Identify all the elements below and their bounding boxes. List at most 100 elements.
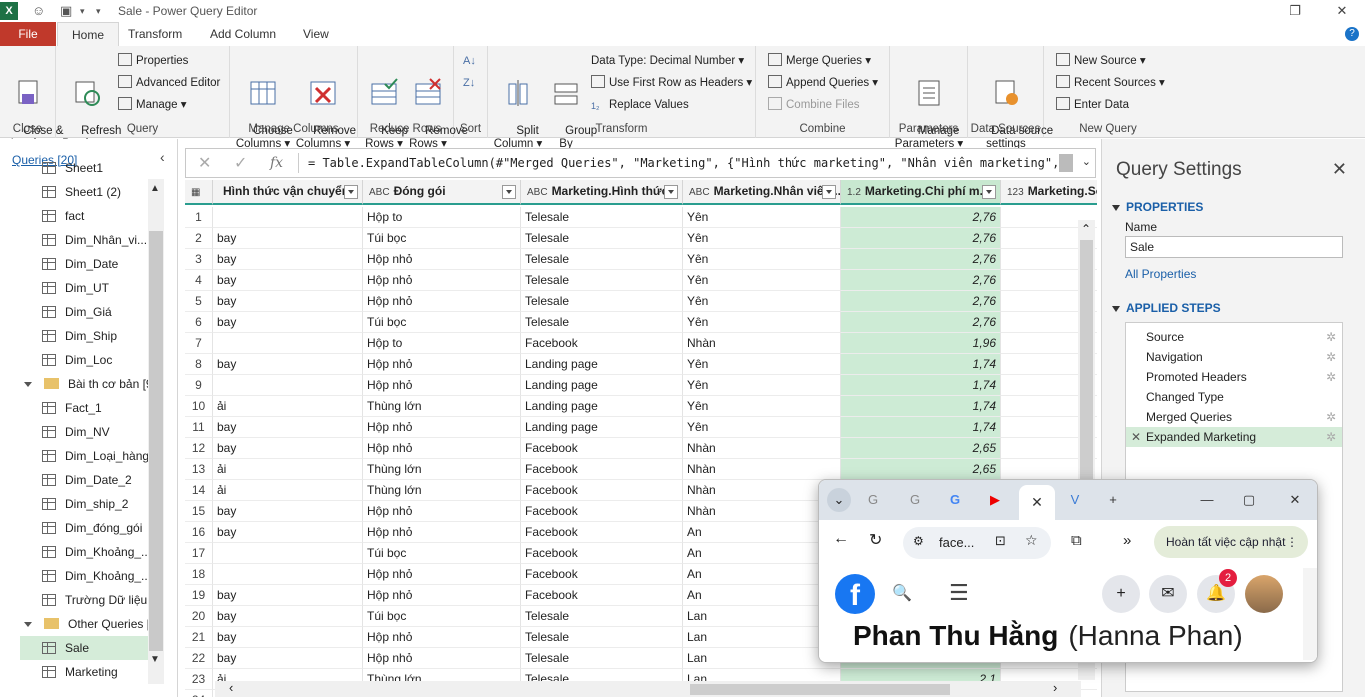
table-cell[interactable]: Telesale [521,207,683,228]
column-type-icon[interactable]: ABC [689,181,710,203]
column-filter-dropdown-icon[interactable] [344,185,358,199]
table-cell[interactable]: bay [213,648,363,669]
row-number[interactable]: 4 [185,270,213,291]
table-cell[interactable] [213,564,363,585]
table-cell[interactable]: Yên [683,228,841,249]
table-cell[interactable]: 1,74 [841,417,1001,438]
recent-sources-button[interactable]: Recent Sources ▾ [1056,74,1165,92]
facebook-logo-icon[interactable]: f [835,574,875,614]
advanced-editor-button[interactable]: Advanced Editor [118,74,220,92]
query-folder[interactable]: Bài th cơ bản [9] [20,372,148,396]
table-cell[interactable]: Hộp nhỏ [363,501,521,522]
manage-button[interactable]: Manage ▾ [118,96,187,114]
table-cell[interactable]: 1,74 [841,375,1001,396]
table-cell[interactable]: 2,76 [841,207,1001,228]
query-item[interactable]: Dim_Nhân_vi... [20,228,148,252]
row-number[interactable]: 21 [185,627,213,648]
grid-vertical-thumb[interactable] [1080,240,1093,480]
table-menu-icon[interactable]: ▦ [185,180,213,205]
browser-minimize-icon[interactable]: — [1195,488,1219,512]
row-number[interactable]: 17 [185,543,213,564]
column-type-icon[interactable]: ABC [527,181,548,203]
customize-toolbar-icon[interactable]: ▾ [96,6,101,17]
table-cell[interactable]: Telesale [521,291,683,312]
use-first-row-headers-button[interactable]: Use First Row as Headers ▾ [591,74,752,92]
query-item[interactable]: Dim_Khoảng_... [20,540,148,564]
query-item[interactable]: Fact_1 [20,396,148,420]
table-cell[interactable]: bay [213,417,363,438]
table-cell[interactable]: Facebook [521,522,683,543]
applied-steps-header[interactable]: APPLIED STEPS [1112,301,1221,315]
collapse-pane-icon[interactable]: ‹ [160,149,165,165]
table-cell[interactable]: Yên [683,375,841,396]
all-properties-link[interactable]: All Properties [1125,267,1196,281]
quick-access-dropdown-icon[interactable]: ▾ [80,6,85,17]
table-cell[interactable]: Hộp nhỏ [363,522,521,543]
row-number[interactable]: 11 [185,417,213,438]
table-cell[interactable]: Thùng lớn [363,396,521,417]
query-item[interactable]: Sale [20,636,148,660]
column-type-icon[interactable]: 123 [1007,181,1024,203]
row-number[interactable]: 20 [185,606,213,627]
sort-ascending-icon[interactable]: A↓ [463,52,476,70]
table-cell[interactable] [213,543,363,564]
grid-horizontal-scrollbar[interactable] [215,681,1081,697]
table-cell[interactable]: ải [213,480,363,501]
properties-section-header[interactable]: PROPERTIES [1112,200,1203,214]
append-queries-button[interactable]: Append Queries ▾ [768,74,878,92]
address-bar[interactable]: ⚙ face... ⊡ ☆ [903,527,1051,559]
step-settings-gear-icon[interactable]: ✲ [1326,427,1336,447]
table-cell[interactable]: 2,76 [841,228,1001,249]
column-type-icon[interactable]: ABC [369,181,390,203]
grid-scroll-right-icon[interactable]: › [1053,680,1057,695]
table-cell[interactable]: Landing page [521,375,683,396]
row-number[interactable]: 15 [185,501,213,522]
column-filter-dropdown-icon[interactable] [664,185,678,199]
back-icon[interactable]: ← [833,530,849,548]
table-cell[interactable]: Yên [683,417,841,438]
tab-google-2-icon[interactable]: G [903,488,927,512]
table-cell[interactable]: Thùng lớn [363,480,521,501]
table-cell[interactable]: Hộp nhỏ [363,585,521,606]
table-cell[interactable]: 1,74 [841,354,1001,375]
row-number[interactable]: 7 [185,333,213,354]
table-cell[interactable]: bay [213,606,363,627]
table-cell[interactable]: Facebook [521,585,683,606]
browser-close-icon[interactable]: ✕ [1283,488,1307,512]
column-header[interactable]: ABC Marketing.Hình thức... [521,180,683,205]
tab-extension-icon[interactable]: V [1063,488,1087,512]
table-cell[interactable]: 2,76 [841,312,1001,333]
extensions-icon[interactable]: ⧉ [1071,532,1082,549]
row-number[interactable]: 13 [185,459,213,480]
tab-home[interactable]: Home [57,22,120,46]
expand-formula-icon[interactable]: ⌄ [1082,155,1091,168]
table-cell[interactable]: 2,76 [841,249,1001,270]
query-item[interactable]: Dim_đóng_gói [20,516,148,540]
applied-step[interactable]: Merged Queries ✲ [1126,407,1342,427]
row-number[interactable]: 19 [185,585,213,606]
table-cell[interactable]: Telesale [521,606,683,627]
properties-button[interactable]: Properties [118,52,188,70]
applied-step[interactable]: ✕ Expanded Marketing ✲ [1126,427,1342,447]
table-cell[interactable]: bay [213,354,363,375]
queries-scroll-thumb[interactable] [149,231,163,651]
query-item[interactable]: Dim_ship_2 [20,492,148,516]
table-cell[interactable]: ải [213,459,363,480]
grid-scroll-up-icon[interactable]: ⌃ [1081,222,1091,236]
table-cell[interactable]: 2,76 [841,291,1001,312]
table-cell[interactable]: Hộp nhỏ [363,291,521,312]
table-cell[interactable]: Yên [683,249,841,270]
table-cell[interactable]: Telesale [521,228,683,249]
table-cell[interactable]: bay [213,270,363,291]
restore-button[interactable]: ❐ [1280,1,1310,21]
table-cell[interactable]: Facebook [521,438,683,459]
table-cell[interactable]: Facebook [521,564,683,585]
browser-maximize-icon[interactable]: ▢ [1237,488,1261,512]
tab-google-3-icon[interactable]: G [943,488,967,512]
table-cell[interactable]: Hộp nhỏ [363,270,521,291]
column-header[interactable]: 123 Marketing.Số [1001,180,1097,205]
table-cell[interactable]: bay [213,585,363,606]
table-cell[interactable]: Hộp nhỏ [363,249,521,270]
query-item[interactable]: Dim_NV [20,420,148,444]
row-number[interactable]: 10 [185,396,213,417]
